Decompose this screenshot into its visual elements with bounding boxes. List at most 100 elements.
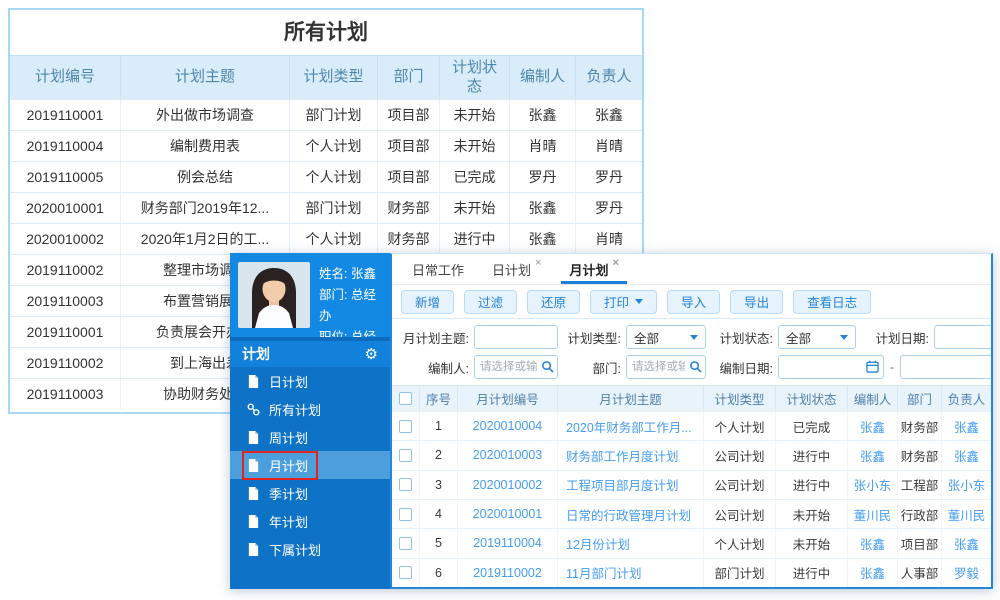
calendar-icon[interactable] bbox=[866, 360, 879, 373]
sidebar-item-label: 月计划 bbox=[269, 458, 309, 474]
table-row[interactable]: 1 2020010004 2020年财务部工作月... 个人计划 已完成 张鑫 财务部 张鑫 bbox=[392, 411, 991, 441]
cell-subject[interactable]: 工程项目部月度计划 bbox=[558, 470, 704, 499]
create-date-to-input[interactable] bbox=[900, 355, 991, 379]
status-filter-select[interactable]: 全部 bbox=[778, 325, 856, 349]
row-checkbox[interactable] bbox=[399, 566, 412, 580]
sidebar-item-subordinate-plan[interactable]: 下属计划 bbox=[230, 535, 390, 563]
row-checkbox[interactable] bbox=[399, 536, 412, 550]
column-header: 计划编号 bbox=[34, 68, 95, 86]
type-filter-label: 计划类型: bbox=[567, 331, 621, 346]
cell-owner[interactable]: 董川民 bbox=[942, 500, 991, 528]
cell-status: 进行中 bbox=[776, 558, 848, 587]
table-row[interactable]: 6 2019110002 11月部门计划 部门计划 进行中 张鑫 人事部 罗毅 bbox=[392, 557, 991, 587]
cell-code[interactable]: 2020010003 bbox=[458, 441, 558, 470]
table-cell: 2020010002 bbox=[26, 231, 104, 247]
row-checkbox[interactable] bbox=[399, 448, 412, 462]
table-cell: 罗丹 bbox=[575, 193, 642, 223]
cell-code[interactable]: 2020010002 bbox=[458, 470, 558, 499]
button-label: 导出 bbox=[744, 296, 770, 310]
export-button[interactable]: 导出 bbox=[730, 289, 784, 314]
sidebar-item-label: 季计划 bbox=[269, 486, 309, 502]
search-icon[interactable] bbox=[689, 360, 702, 373]
close-icon[interactable]: × bbox=[612, 257, 618, 269]
table-cell: 财务部门2019年12... bbox=[120, 193, 289, 223]
cell-creator[interactable]: 董川民 bbox=[848, 499, 898, 529]
cell-creator[interactable]: 张鑫 bbox=[848, 441, 898, 470]
gear-icon[interactable]: ⚙ bbox=[365, 345, 378, 363]
table-cell: 已完成 bbox=[439, 162, 509, 192]
cell-subject[interactable]: 11月部门计划 bbox=[558, 558, 704, 587]
sidebar-item-quarter-plan[interactable]: 季计划 bbox=[230, 479, 390, 507]
filter-button[interactable]: 过滤 bbox=[464, 289, 518, 314]
tab-daily-work[interactable]: 日常工作 bbox=[404, 254, 472, 284]
plan-date-filter-input[interactable] bbox=[934, 325, 991, 349]
page-title: 所有计划 bbox=[10, 10, 642, 55]
table-cell: 2019110004 bbox=[26, 138, 104, 154]
sidebar-item-year-plan[interactable]: 年计划 bbox=[230, 507, 390, 535]
cell-creator[interactable]: 张鑫 bbox=[848, 412, 898, 441]
table-row[interactable]: 2020010002 2020年1月2日的工... 个人计划 财务部 进行中 张鑫 肖晴 bbox=[10, 223, 642, 254]
table-cell: 张鑫 bbox=[509, 193, 575, 223]
cell-code[interactable]: 2019110002 bbox=[458, 558, 558, 587]
table-cell: 2020年1月2日的工... bbox=[120, 224, 289, 254]
sidebar-item-day-plan[interactable]: 日计划 bbox=[230, 367, 390, 395]
table-row[interactable]: 2 2020010003 财务部工作月度计划 公司计划 进行中 张鑫 财务部 张鑫 bbox=[392, 440, 991, 470]
sidebar-item-week-plan[interactable]: 周计划 bbox=[230, 423, 390, 451]
row-checkbox[interactable] bbox=[399, 478, 412, 492]
cell-owner[interactable]: 张鑫 bbox=[942, 529, 991, 557]
cell-creator[interactable]: 张鑫 bbox=[848, 529, 898, 558]
search-icon[interactable] bbox=[541, 360, 554, 373]
cell-owner[interactable]: 张鑫 bbox=[942, 412, 991, 440]
table-row[interactable]: 4 2020010001 日常的行政管理月计划 公司计划 未开始 董川民 行政部 董川民 bbox=[392, 498, 991, 529]
checkbox-cell bbox=[392, 412, 420, 441]
row-checkbox[interactable] bbox=[399, 419, 412, 433]
cell-subject[interactable]: 2020年财务部工作月... bbox=[558, 412, 704, 441]
close-icon[interactable]: × bbox=[535, 257, 541, 269]
create-date-filter-label: 编制日期: bbox=[719, 361, 773, 376]
table-cell: 肖晴 bbox=[509, 131, 575, 161]
table-row[interactable]: 5 2019110004 12月份计划 个人计划 未开始 张鑫 项目部 张鑫 bbox=[392, 528, 991, 558]
cell-creator[interactable]: 张鑫 bbox=[848, 558, 898, 587]
cell-code[interactable]: 2020010004 bbox=[458, 412, 558, 441]
tab-month-plan[interactable]: 月计划 × bbox=[561, 254, 628, 284]
grid-header-row: 序号 月计划编号 月计划主题 计划类型 计划状态 编制人 部门 负责人 bbox=[392, 386, 991, 411]
add-button[interactable]: 新增 bbox=[401, 289, 455, 314]
table-cell: 2020010001 bbox=[26, 200, 104, 216]
reset-button[interactable]: 还原 bbox=[527, 289, 581, 314]
subject-filter-input[interactable] bbox=[474, 325, 558, 349]
cell-owner[interactable]: 罗毅 bbox=[942, 559, 991, 587]
cell-status: 未开始 bbox=[776, 529, 848, 558]
table-row[interactable]: 3 2020010002 工程项目部月度计划 公司计划 进行中 张小东 工程部 张小东 bbox=[392, 469, 991, 499]
view-log-button[interactable]: 查看日志 bbox=[793, 289, 872, 314]
cell-code[interactable]: 2019110004 bbox=[458, 529, 558, 558]
cell-dept: 财务部 bbox=[898, 412, 942, 441]
cell-code[interactable]: 2020010001 bbox=[458, 499, 558, 529]
sidebar-item-label: 所有计划 bbox=[269, 402, 322, 418]
cell-creator[interactable]: 张小东 bbox=[848, 470, 898, 499]
table-row[interactable]: 2019110004 编制费用表 个人计划 项目部 未开始 肖晴 肖晴 bbox=[10, 130, 642, 161]
table-cell: 进行中 bbox=[439, 224, 509, 254]
type-filter-select[interactable]: 全部 bbox=[626, 325, 706, 349]
table-row[interactable]: 2019110001 外出做市场调查 部门计划 项目部 未开始 张鑫 张鑫 bbox=[10, 99, 642, 130]
select-all-checkbox[interactable] bbox=[399, 392, 412, 405]
checkbox-cell bbox=[392, 470, 420, 499]
row-checkbox[interactable] bbox=[399, 507, 412, 521]
plan-management-window: 姓名: 张鑫 部门: 总经办 职位: 总经理 计划 ⚙ 日计划所有计划周计划月计… bbox=[230, 253, 993, 589]
sidebar-item-all-plans[interactable]: 所有计划 bbox=[230, 395, 390, 423]
import-button[interactable]: 导入 bbox=[667, 289, 721, 314]
plan-date-filter-label: 计划日期: bbox=[875, 331, 929, 346]
print-button[interactable]: 打印 bbox=[590, 289, 658, 314]
cell-subject[interactable]: 财务部工作月度计划 bbox=[558, 441, 704, 470]
cell-subject[interactable]: 日常的行政管理月计划 bbox=[558, 499, 704, 529]
sidebar-item-label: 下属计划 bbox=[269, 542, 322, 558]
table-row[interactable]: 2019110005 例会总结 个人计划 项目部 已完成 罗丹 罗丹 bbox=[10, 161, 642, 192]
cell-subject[interactable]: 12月份计划 bbox=[558, 529, 704, 558]
table-row[interactable]: 2020010001 财务部门2019年12... 部门计划 财务部 未开始 张鑫 罗丹 bbox=[10, 192, 642, 223]
cell-owner[interactable]: 张鑫 bbox=[942, 441, 991, 469]
sidebar-item-month-plan[interactable]: 月计划 bbox=[230, 450, 390, 480]
table-cell: 部门计划 bbox=[289, 100, 377, 130]
cell-owner[interactable]: 张小东 bbox=[942, 471, 991, 499]
table-cell: 未开始 bbox=[439, 131, 509, 161]
tab-day-plan[interactable]: 日计划 × bbox=[484, 254, 549, 284]
sidebar: 姓名: 张鑫 部门: 总经办 职位: 总经理 计划 ⚙ 日计划所有计划周计划月计… bbox=[230, 253, 390, 589]
